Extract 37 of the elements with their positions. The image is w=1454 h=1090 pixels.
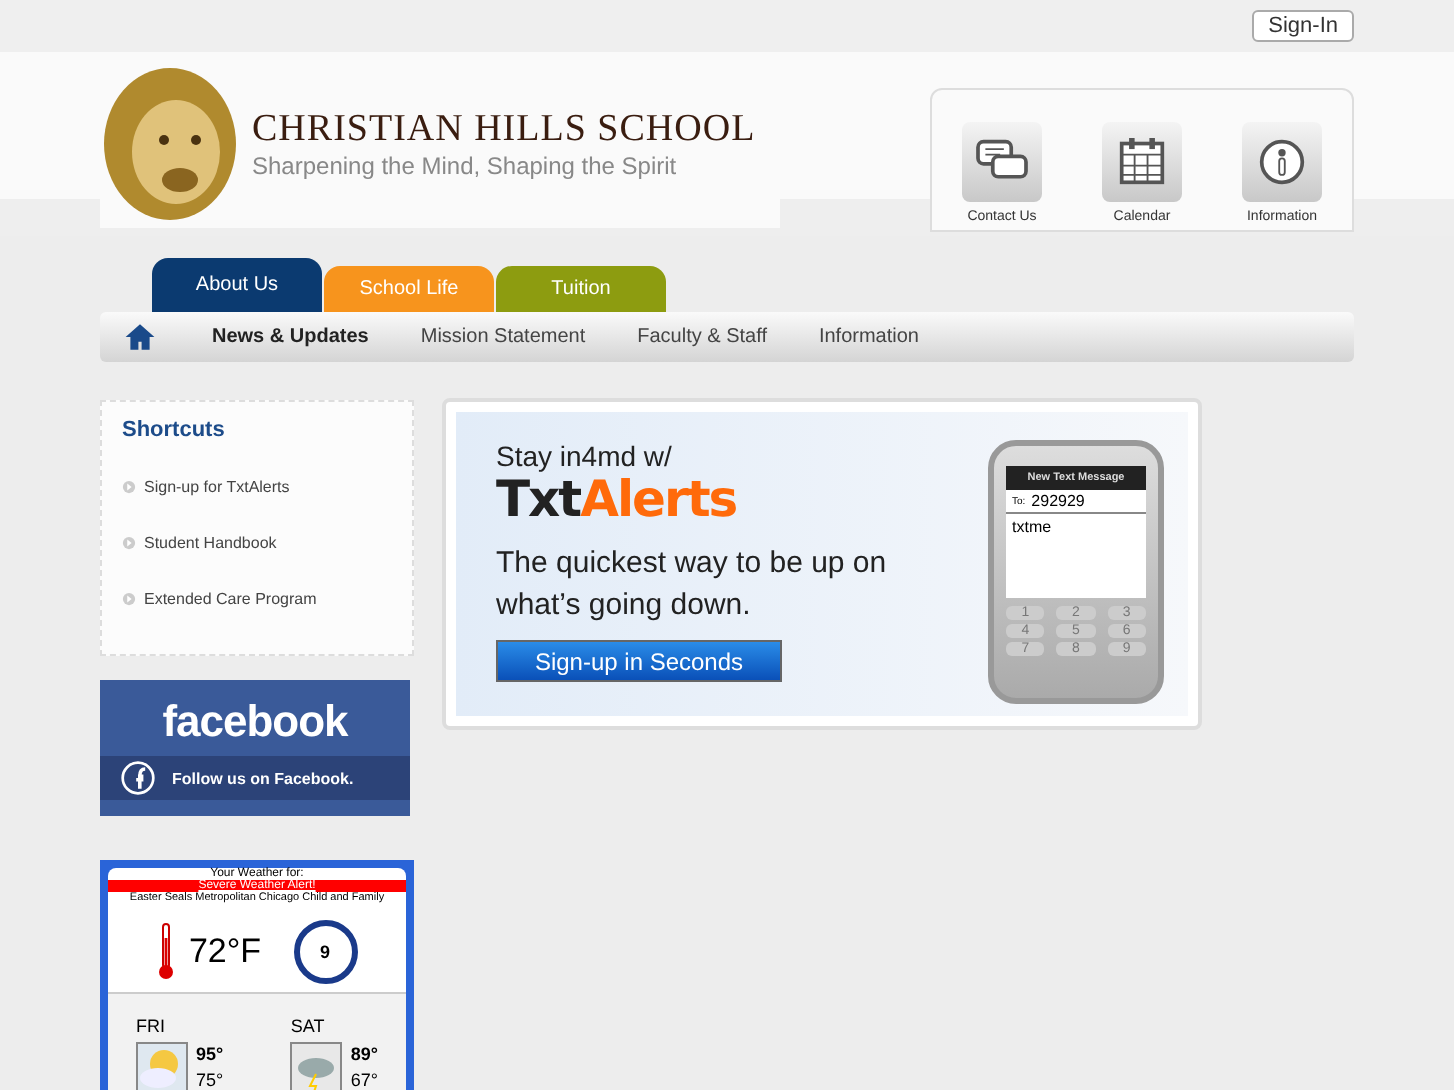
calendar-icon: [1114, 138, 1170, 186]
bullet-icon: [122, 535, 136, 549]
wind-compass: 9: [293, 920, 358, 984]
shortcut-link[interactable]: Sign-up for TxtAlerts: [144, 477, 290, 495]
home-icon[interactable]: [124, 322, 156, 352]
forecast-day: SAT: [290, 1016, 325, 1036]
banner-text: The quickest way to be up on what’s going down.: [496, 544, 889, 626]
recipient-number: 292929: [1031, 492, 1085, 510]
shortcut-link[interactable]: Extended Care Program: [144, 589, 317, 607]
facebook-banner[interactable]: facebook Follow us on Facebook.: [100, 680, 410, 816]
high-temperature: 89°: [350, 1042, 378, 1068]
sign-in-button[interactable]: Sign-In: [1252, 10, 1354, 42]
sign-up-button[interactable]: Sign-up in Seconds: [496, 640, 782, 682]
thermometer-icon: [156, 922, 177, 982]
high-temperature: 95°: [196, 1042, 224, 1068]
f-circle-icon: [120, 760, 156, 796]
shortcut-link[interactable]: Student Handbook: [144, 533, 277, 551]
info-icon: [1254, 138, 1310, 186]
nav-link[interactable]: Mission Statement: [420, 326, 586, 348]
bullet-icon: [122, 479, 136, 493]
forecast-day: FRI: [136, 1016, 165, 1036]
banner-line: Stay in4md w/: [496, 440, 674, 472]
shortcuts-title: Shortcuts: [122, 418, 227, 442]
nav-link[interactable]: News & Updates: [212, 326, 369, 348]
nav-link[interactable]: Information: [818, 326, 919, 348]
menu-tab[interactable]: About Us: [152, 258, 322, 312]
sun-cloud-icon: [136, 1042, 188, 1090]
lion-icon: [100, 64, 240, 224]
low-temperature: 67°: [350, 1068, 378, 1090]
tagline: Sharpening the Mind, Shaping the Spirit: [252, 152, 679, 180]
bullet-icon: [122, 591, 136, 605]
nav-link[interactable]: Faculty & Staff: [637, 326, 767, 348]
school-name: CHRISTIAN HILLS SCHOOL: [252, 108, 756, 152]
txtalerts-logo: TxtAlerts: [496, 472, 739, 528]
temperature: 72°F: [188, 932, 262, 972]
low-temperature: 75°: [196, 1068, 224, 1090]
message-text: txtme: [1010, 516, 1054, 540]
